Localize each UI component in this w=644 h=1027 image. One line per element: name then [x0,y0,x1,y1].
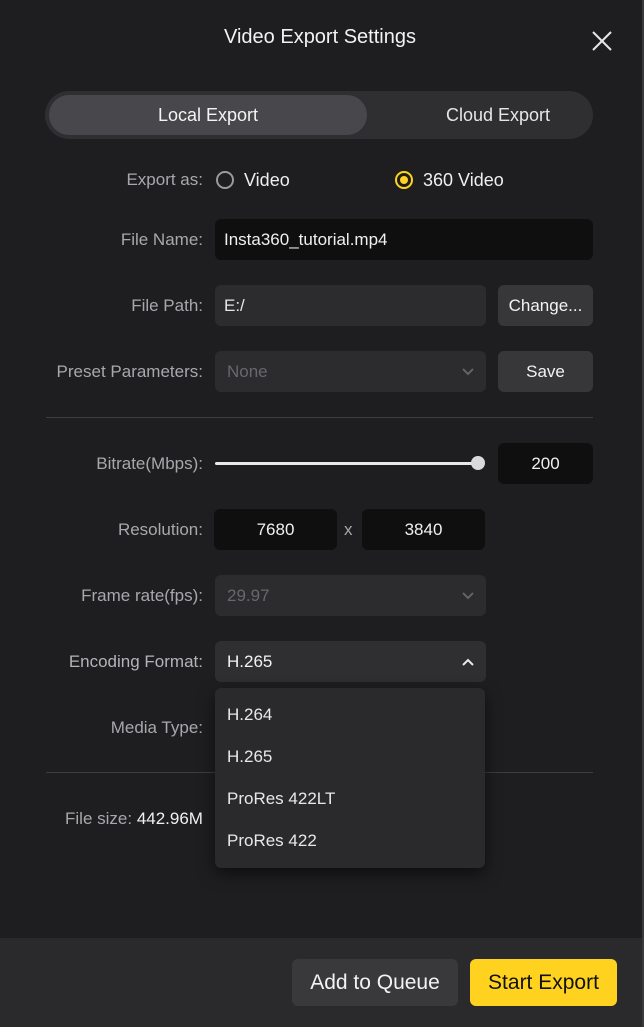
encoding-dropdown: H.264 H.265 ProRes 422LT ProRes 422 [215,688,485,868]
tab-cloud-export[interactable]: Cloud Export [367,95,629,135]
radio-360-video-label: 360 Video [423,169,504,190]
preset-value: None [227,362,268,381]
bitrate-slider-handle[interactable] [471,456,485,470]
start-export-button[interactable]: Start Export [470,959,617,1006]
file-size: File size: 442.96M [65,809,203,829]
add-to-queue-button[interactable]: Add to Queue [292,959,458,1006]
file-size-label: File size: [65,809,133,828]
encoding-select[interactable]: H.265 [215,641,486,682]
radio-360-video[interactable]: 360 Video [395,168,504,192]
encoding-option-prores-422lt[interactable]: ProRes 422LT [215,778,485,820]
frame-rate-value: 29.97 [227,586,270,605]
resolution-height-input[interactable]: 3840 [362,509,485,550]
save-preset-button[interactable]: Save [498,351,593,392]
file-size-value: 442.96M [136,809,203,828]
radio-video-circle [216,171,234,189]
encoding-option-prores-422[interactable]: ProRes 422 [215,820,485,862]
encoding-label: Encoding Format: [68,652,203,671]
export-dialog: Video Export Settings Local Export Cloud… [0,0,644,1027]
dialog-footer: Add to Queue Start Export [0,938,642,1027]
preset-label: Preset Parameters: [56,362,203,381]
change-path-button[interactable]: Change... [498,285,593,326]
export-as-label: Export as: [126,170,203,189]
divider [46,417,593,418]
media-type-label: Media Type: [110,718,203,737]
encoding-option-h265[interactable]: H.265 [215,736,485,778]
export-tabs: Local Export Cloud Export [45,91,593,139]
resolution-width-input[interactable]: 7680 [214,509,337,550]
encoding-value: H.265 [227,652,273,671]
dialog-title: Video Export Settings [224,26,416,48]
file-path-label: File Path: [131,296,203,315]
bitrate-slider-track[interactable] [215,462,479,465]
resolution-separator: x [344,520,353,539]
radio-video[interactable]: Video [216,168,290,192]
tab-local-export[interactable]: Local Export [49,95,367,135]
close-button[interactable] [588,27,616,55]
close-icon [592,31,612,51]
encoding-option-h264[interactable]: H.264 [215,694,485,736]
file-name-label: File Name: [120,230,203,249]
file-name-input[interactable]: Insta360_tutorial.mp4 [215,219,593,260]
frame-rate-select[interactable]: 29.97 [215,575,486,616]
bitrate-label: Bitrate(Mbps): [96,454,203,473]
preset-select[interactable]: None [215,351,486,392]
resolution-label: Resolution: [117,520,203,539]
chevron-down-icon [462,367,474,375]
frame-rate-label: Frame rate(fps): [81,586,203,605]
radio-360-video-circle [395,171,413,189]
bitrate-input[interactable]: 200 [498,443,593,484]
chevron-down-icon [462,591,474,599]
chevron-up-icon [462,658,474,666]
radio-video-label: Video [244,169,290,190]
file-path-input[interactable]: E:/ [215,285,486,326]
